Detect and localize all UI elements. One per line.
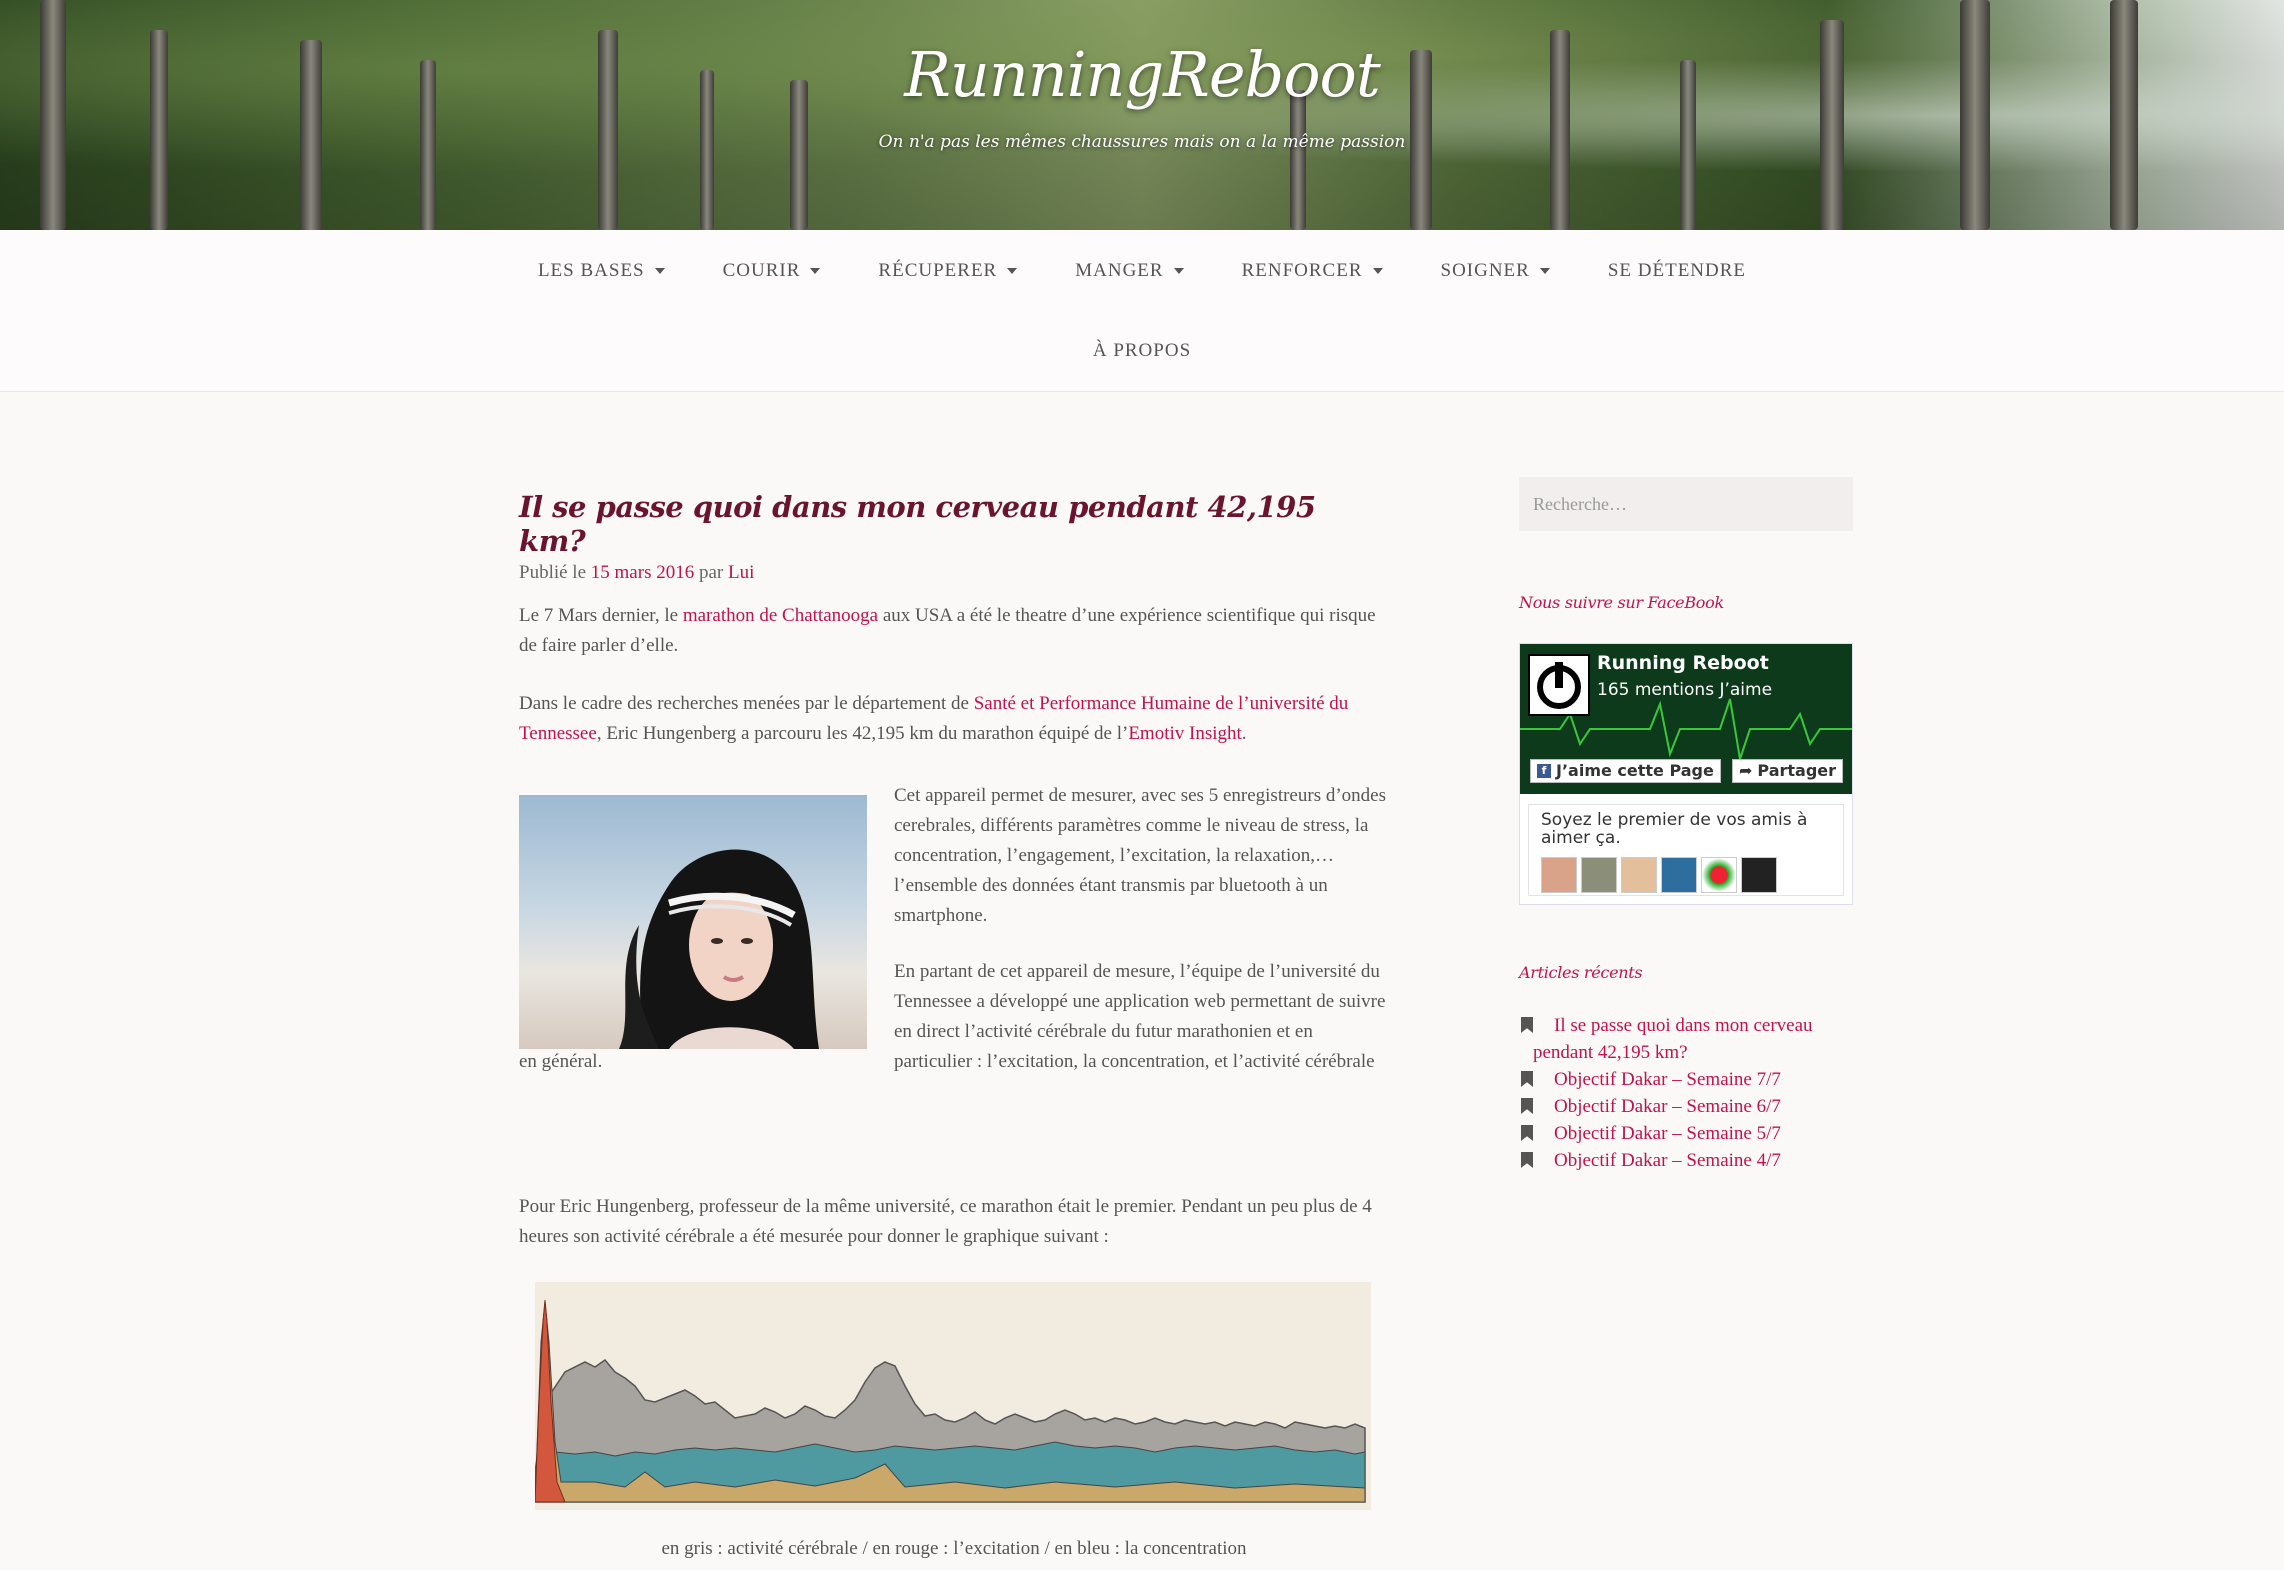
recent-post-label: Objectif Dakar – Semaine 4/7	[1554, 1150, 1781, 1171]
nav-row: LES BASES COURIR RÉCUPERER MANGER RENFOR…	[0, 258, 2284, 284]
nav-item-courir[interactable]: COURIR	[694, 258, 850, 284]
meta-by-label: par	[698, 562, 724, 583]
recent-post-link[interactable]: Il se passe quoi dans mon cerveau pendant…	[1519, 1012, 1853, 1066]
post-author-link[interactable]: Lui	[728, 562, 754, 583]
header-background	[0, 0, 2284, 230]
recent-post-link[interactable]: Objectif Dakar – Semaine 5/7	[1519, 1120, 1853, 1147]
graph-caption: en gris : activité cérébrale / en rouge …	[661, 1538, 1247, 1559]
tree-trunk	[1960, 0, 1990, 230]
nav-label: RÉCUPERER	[878, 260, 998, 281]
headset-photo-illustration	[619, 849, 819, 1049]
headset-photo	[519, 795, 867, 1049]
text: Le 7 Mars dernier, le	[519, 605, 679, 626]
fb-page-name[interactable]: Running Reboot	[1597, 652, 1769, 674]
nav-label: SOIGNER	[1440, 260, 1530, 281]
recent-post-link[interactable]: Objectif Dakar – Semaine 6/7	[1519, 1093, 1853, 1120]
paragraph: Dans le cadre des recherches menées par …	[519, 689, 1389, 749]
nav-label: LES BASES	[537, 260, 645, 281]
paragraph: Le 7 Mars dernier, le marathon de Chatta…	[519, 601, 1389, 661]
meta-published-label: Publié le	[519, 562, 587, 583]
tree-trunk	[2110, 0, 2138, 230]
nav-item-soigner[interactable]: SOIGNER	[1412, 258, 1579, 284]
chevron-down-icon	[1539, 268, 1550, 274]
brain-activity-graph-image	[534, 1299, 1366, 1503]
article: Il se passe quoi dans mon cerveau pendan…	[519, 490, 1389, 1559]
nav-row: À PROPOS	[0, 338, 2284, 364]
fb-like-button[interactable]: f J’aime cette Page	[1530, 759, 1721, 783]
avatar[interactable]	[1541, 857, 1577, 893]
bookmark-icon	[1521, 1071, 1533, 1087]
chevron-down-icon	[654, 268, 665, 274]
bookmark-icon	[1521, 1098, 1533, 1114]
tree-trunk	[1290, 90, 1306, 230]
recent-post-label: Objectif Dakar – Semaine 5/7	[1554, 1123, 1781, 1144]
facebook-widget-title: Nous suivre sur FaceBook	[1519, 593, 1724, 612]
nav-item-les-bases[interactable]: LES BASES	[509, 258, 694, 284]
nav-label: COURIR	[722, 260, 801, 281]
paragraph-end: en général.	[519, 1051, 603, 1072]
recent-post-label: Objectif Dakar – Semaine 7/7	[1554, 1069, 1781, 1090]
avatar[interactable]	[1741, 857, 1777, 893]
emotiv-link[interactable]: Emotiv Insight	[1128, 723, 1241, 744]
chevron-down-icon	[1372, 268, 1383, 274]
recent-post-label: Il se passe quoi dans mon cerveau	[1554, 1015, 1813, 1036]
fb-friends-text: Soyez le premier de vos amis à aimer ça.	[1541, 810, 1808, 848]
fb-share-label: Partager	[1757, 761, 1837, 780]
nav-item-manger[interactable]: MANGER	[1046, 258, 1212, 284]
avatar[interactable]	[1621, 857, 1657, 893]
fb-friends-box: Soyez le premier de vos amis à aimer ça.	[1528, 804, 1844, 896]
nav-item-renforcer[interactable]: RENFORCER	[1213, 258, 1412, 284]
nav-label: MANGER	[1075, 260, 1164, 281]
facebook-cover[interactable]: Running Reboot 165 mentions J’aime f J’a…	[1520, 644, 1852, 794]
chevron-down-icon	[1007, 268, 1018, 274]
post-title[interactable]: Il se passe quoi dans mon cerveau pendan…	[519, 490, 1389, 558]
recent-post-label: Objectif Dakar – Semaine 6/7	[1554, 1096, 1781, 1117]
marathon-link[interactable]: marathon de Chattanooga	[683, 605, 878, 626]
nav-label: RENFORCER	[1241, 260, 1363, 281]
power-icon	[1537, 662, 1581, 709]
nav-item-a-propos[interactable]: À PROPOS	[1064, 338, 1220, 364]
nav-label: À PROPOS	[1092, 340, 1192, 361]
bookmark-icon	[1521, 1125, 1533, 1141]
text: .	[1241, 723, 1247, 744]
brain-activity-graph	[534, 1282, 1371, 1510]
paragraph: Pour Eric Hungenberg, professeur de la m…	[519, 1196, 1372, 1247]
nav-item-recuperer[interactable]: RÉCUPERER	[849, 258, 1046, 284]
recent-post-link[interactable]: Objectif Dakar – Semaine 7/7	[1519, 1066, 1853, 1093]
tree-trunk	[40, 0, 66, 230]
site-header: RunningReboot On n'a pas les mêmes chaus…	[0, 0, 2284, 230]
post-meta: Publié le 15 mars 2016 par Lui	[519, 562, 1389, 584]
search-input[interactable]: Recherche…	[1519, 477, 1853, 531]
recent-post-link[interactable]: Objectif Dakar – Semaine 4/7	[1519, 1147, 1853, 1174]
paragraph: Cet appareil permet de mesurer, avec ses…	[894, 785, 1386, 926]
paragraph: En partant de cet appareil de mesure, l’…	[894, 961, 1386, 1072]
fb-avatars	[1541, 857, 1777, 893]
fb-like-count: 165 mentions J’aime	[1597, 680, 1773, 700]
avatar[interactable]	[1701, 857, 1737, 893]
post-date-link[interactable]: 15 mars 2016	[591, 562, 694, 583]
chevron-down-icon	[810, 268, 821, 274]
avatar[interactable]	[1661, 857, 1697, 893]
nav-item-se-detendre[interactable]: SE DÉTENDRE	[1579, 258, 1775, 284]
text: , Eric Hungenberg a parcouru les 42,195 …	[596, 723, 1129, 744]
site-title[interactable]: RunningReboot	[0, 38, 2284, 111]
recent-post-label: pendant 42,195 km?	[1533, 1042, 1688, 1063]
page-logo[interactable]	[1528, 654, 1590, 716]
facebook-page-widget: Running Reboot 165 mentions J’aime f J’a…	[1519, 643, 1853, 905]
bookmark-icon	[1521, 1152, 1533, 1168]
bookmark-icon	[1521, 1017, 1533, 1033]
chevron-down-icon	[1173, 268, 1184, 274]
recent-posts-title: Articles récents	[1519, 963, 1643, 982]
recent-posts-list: Il se passe quoi dans mon cerveau pendant…	[1519, 1012, 1853, 1174]
fb-like-label: J’aime cette Page	[1556, 761, 1714, 780]
main-navigation: LES BASES COURIR RÉCUPERER MANGER RENFOR…	[0, 230, 2284, 392]
site-description: On n'a pas les mêmes chaussures mais on …	[878, 132, 1406, 152]
facebook-icon: f	[1537, 764, 1551, 778]
share-icon: ➦	[1739, 761, 1753, 780]
nav-label: SE DÉTENDRE	[1607, 260, 1747, 281]
avatar[interactable]	[1581, 857, 1617, 893]
sidebar: Recherche… Nous suivre sur FaceBook Runn…	[1519, 477, 1853, 1171]
fb-share-button[interactable]: ➦ Partager	[1732, 759, 1844, 783]
text: Dans le cadre des recherches menées par …	[519, 693, 969, 714]
